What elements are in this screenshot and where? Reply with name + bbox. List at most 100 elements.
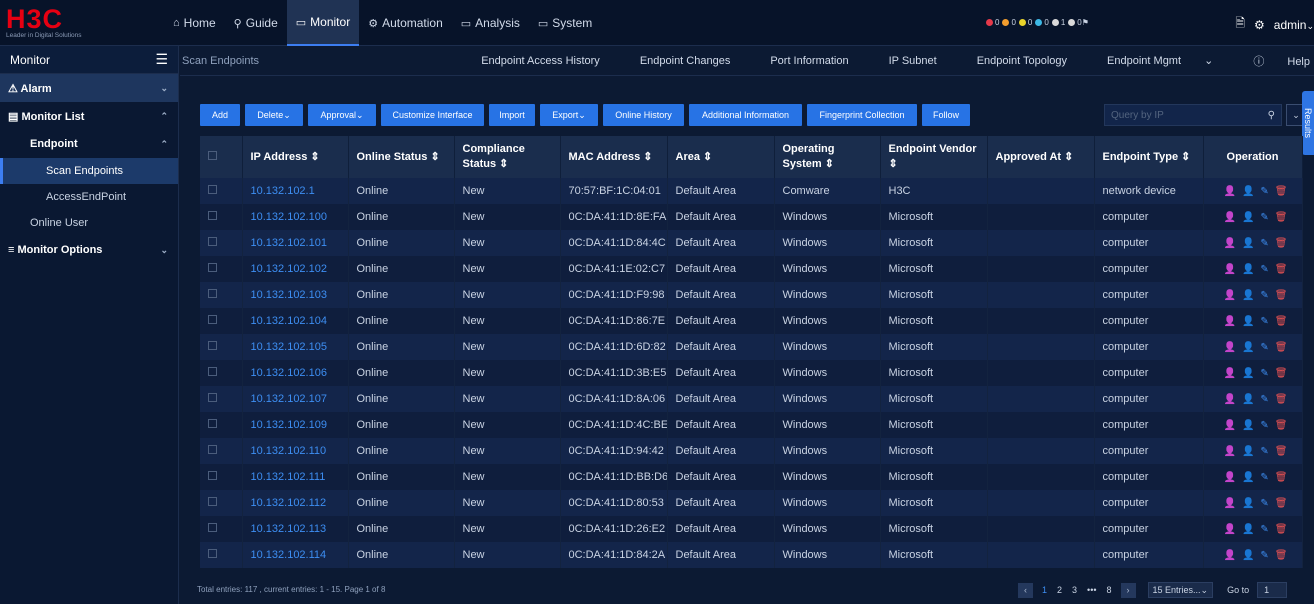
approve-user-icon[interactable]: 👤 — [1224, 446, 1236, 457]
tab-endpoint-access-history[interactable]: Endpoint Access History — [461, 55, 600, 67]
page-number[interactable]: 3 — [1072, 585, 1077, 595]
user-menu[interactable]: admin⌄ — [1274, 18, 1314, 32]
approval-button[interactable]: Approval ⌄ — [308, 104, 376, 126]
reject-user-icon[interactable]: 👤 — [1242, 446, 1254, 457]
edit-icon[interactable]: ✎ — [1260, 446, 1268, 457]
delete-icon[interactable]: 🗑 — [1275, 316, 1288, 327]
reject-user-icon[interactable]: 👤 — [1242, 238, 1254, 249]
nav-item-guide[interactable]: ⚲ Guide — [225, 0, 287, 46]
column-header-online-status[interactable]: Online Status ⇕ — [348, 136, 455, 178]
page-size-select[interactable]: 15 Entries... ⌄ — [1147, 582, 1214, 598]
alarm-status-counts[interactable]: 000010 ⚑ — [983, 18, 1089, 27]
delete-icon[interactable]: 🗑 — [1275, 342, 1288, 353]
approve-user-icon[interactable]: 👤 — [1224, 290, 1236, 301]
customize-interface-button[interactable]: Customize Interface — [381, 104, 484, 126]
add-button[interactable]: Add — [200, 104, 240, 126]
delete-button[interactable]: Delete ⌄ — [245, 104, 303, 126]
row-checkbox[interactable] — [200, 542, 243, 568]
approve-user-icon[interactable]: 👤 — [1224, 238, 1236, 249]
import-button[interactable]: Import — [489, 104, 535, 126]
ip-address-link[interactable]: 10.132.102.112 — [242, 490, 349, 516]
table-row[interactable]: 10.132.102.110 Online New 0C:DA:41:1D:94:42… — [200, 438, 1303, 464]
ip-address-link[interactable]: 10.132.102.114 — [242, 542, 349, 568]
tab-endpoint-topology[interactable]: Endpoint Topology — [957, 55, 1067, 67]
row-checkbox[interactable] — [200, 178, 243, 204]
export-button[interactable]: Export ⌄ — [540, 104, 598, 126]
page-number[interactable]: ••• — [1087, 585, 1096, 595]
approve-user-icon[interactable]: 👤 — [1224, 550, 1236, 561]
reject-user-icon[interactable]: 👤 — [1242, 550, 1254, 561]
prev-page-button[interactable]: ‹ — [1018, 582, 1033, 598]
table-row[interactable]: 10.132.102.109 Online New 0C:DA:41:1D:4C:BE… — [200, 412, 1303, 438]
reject-user-icon[interactable]: 👤 — [1242, 524, 1254, 535]
column-header-approved-at[interactable]: Approved At ⇕ — [987, 136, 1095, 178]
reject-user-icon[interactable]: 👤 — [1242, 394, 1254, 405]
table-row[interactable]: 10.132.102.114 Online New 0C:DA:41:1D:84:2A… — [200, 542, 1303, 568]
row-checkbox[interactable] — [200, 464, 243, 490]
table-row[interactable]: 10.132.102.107 Online New 0C:DA:41:1D:8A:06… — [200, 386, 1303, 412]
column-header-operation[interactable]: Operation — [1203, 136, 1303, 178]
row-checkbox[interactable] — [200, 282, 243, 308]
next-page-button[interactable]: › — [1120, 582, 1136, 598]
delete-icon[interactable]: 🗑 — [1275, 472, 1288, 483]
edit-icon[interactable]: ✎ — [1260, 550, 1268, 561]
delete-icon[interactable]: 🗑 — [1275, 238, 1288, 249]
table-row[interactable]: 10.132.102.113 Online New 0C:DA:41:1D:26:E2… — [200, 516, 1303, 542]
column-header-compliance-status[interactable]: Compliance Status ⇕ — [454, 136, 561, 178]
column-header-operating-system[interactable]: Operating System ⇕ — [774, 136, 881, 178]
delete-icon[interactable]: 🗑 — [1275, 264, 1288, 275]
delete-icon[interactable]: 🗑 — [1275, 420, 1288, 431]
nav-item-monitor[interactable]: ▭ Monitor — [286, 0, 360, 46]
edit-icon[interactable]: ✎ — [1260, 186, 1268, 197]
ip-address-link[interactable]: 10.132.102.1 — [242, 178, 349, 204]
results-tab[interactable]: Results — [1302, 91, 1314, 155]
nav-item-automation[interactable]: ⚙ Automation — [359, 0, 452, 46]
row-checkbox[interactable] — [200, 516, 243, 542]
delete-icon[interactable]: 🗑 — [1275, 524, 1288, 535]
ip-address-link[interactable]: 10.132.102.113 — [242, 516, 349, 542]
reject-user-icon[interactable]: 👤 — [1242, 368, 1254, 379]
page-number[interactable]: 2 — [1057, 585, 1062, 595]
search-icon[interactable]: ⚲ — [1268, 110, 1275, 121]
column-header-endpoint-type[interactable]: Endpoint Type ⇕ — [1094, 136, 1204, 178]
sidebar-item-scan-endpoints[interactable]: Scan Endpoints — [0, 158, 178, 184]
edit-icon[interactable]: ✎ — [1260, 342, 1268, 353]
row-checkbox[interactable] — [200, 386, 243, 412]
edit-icon[interactable]: ✎ — [1260, 290, 1268, 301]
edit-icon[interactable]: ✎ — [1260, 394, 1268, 405]
table-row[interactable]: 10.132.102.103 Online New 0C:DA:41:1D:F9:98… — [200, 282, 1303, 308]
ip-address-link[interactable]: 10.132.102.105 — [242, 334, 349, 360]
column-header-area[interactable]: Area ⇕ — [667, 136, 775, 178]
reject-user-icon[interactable]: 👤 — [1242, 472, 1254, 483]
ip-address-link[interactable]: 10.132.102.103 — [242, 282, 349, 308]
approve-user-icon[interactable]: 👤 — [1224, 316, 1236, 327]
sidebar-item-monitor-options[interactable]: ≡ Monitor Options ⌄ — [0, 236, 178, 264]
table-row[interactable]: 10.132.102.1 Online New 70:57:BF:1C:04:01 De… — [200, 178, 1303, 204]
edit-icon[interactable]: ✎ — [1260, 524, 1268, 535]
reject-user-icon[interactable]: 👤 — [1242, 212, 1254, 223]
ip-address-link[interactable]: 10.132.102.107 — [242, 386, 349, 412]
reject-user-icon[interactable]: 👤 — [1242, 290, 1254, 301]
reject-user-icon[interactable]: 👤 — [1242, 316, 1254, 327]
row-checkbox[interactable] — [200, 204, 243, 230]
alarm-icon[interactable]: ⚑ — [1082, 18, 1089, 27]
online-history-button[interactable]: Online History — [603, 104, 684, 126]
approve-user-icon[interactable]: 👤 — [1224, 524, 1236, 535]
ip-address-link[interactable]: 10.132.102.100 — [242, 204, 349, 230]
row-checkbox[interactable] — [200, 334, 243, 360]
page-number[interactable]: 8 — [1107, 585, 1112, 595]
column-header-mac-address[interactable]: MAC Address ⇕ — [560, 136, 668, 178]
column-header-endpoint-vendor[interactable]: Endpoint Vendor ⇕ — [880, 136, 988, 178]
row-checkbox[interactable] — [200, 360, 243, 386]
sidebar-item-alarm[interactable]: ⚠ Alarm ⌄ — [0, 74, 178, 102]
table-row[interactable]: 10.132.102.101 Online New 0C:DA:41:1D:84:4C… — [200, 230, 1303, 256]
ip-address-link[interactable]: 10.132.102.104 — [242, 308, 349, 334]
ip-address-link[interactable]: 10.132.102.101 — [242, 230, 349, 256]
ip-address-link[interactable]: 10.132.102.111 — [242, 464, 349, 490]
edit-icon[interactable]: ✎ — [1260, 368, 1268, 379]
approve-user-icon[interactable]: 👤 — [1224, 420, 1236, 431]
collapse-menu-icon[interactable]: ☰ — [155, 51, 168, 68]
row-checkbox[interactable] — [200, 438, 243, 464]
sidebar-item-access-endpoint[interactable]: AccessEndPoint — [0, 184, 178, 210]
goto-page-input[interactable]: 1 — [1257, 582, 1288, 598]
